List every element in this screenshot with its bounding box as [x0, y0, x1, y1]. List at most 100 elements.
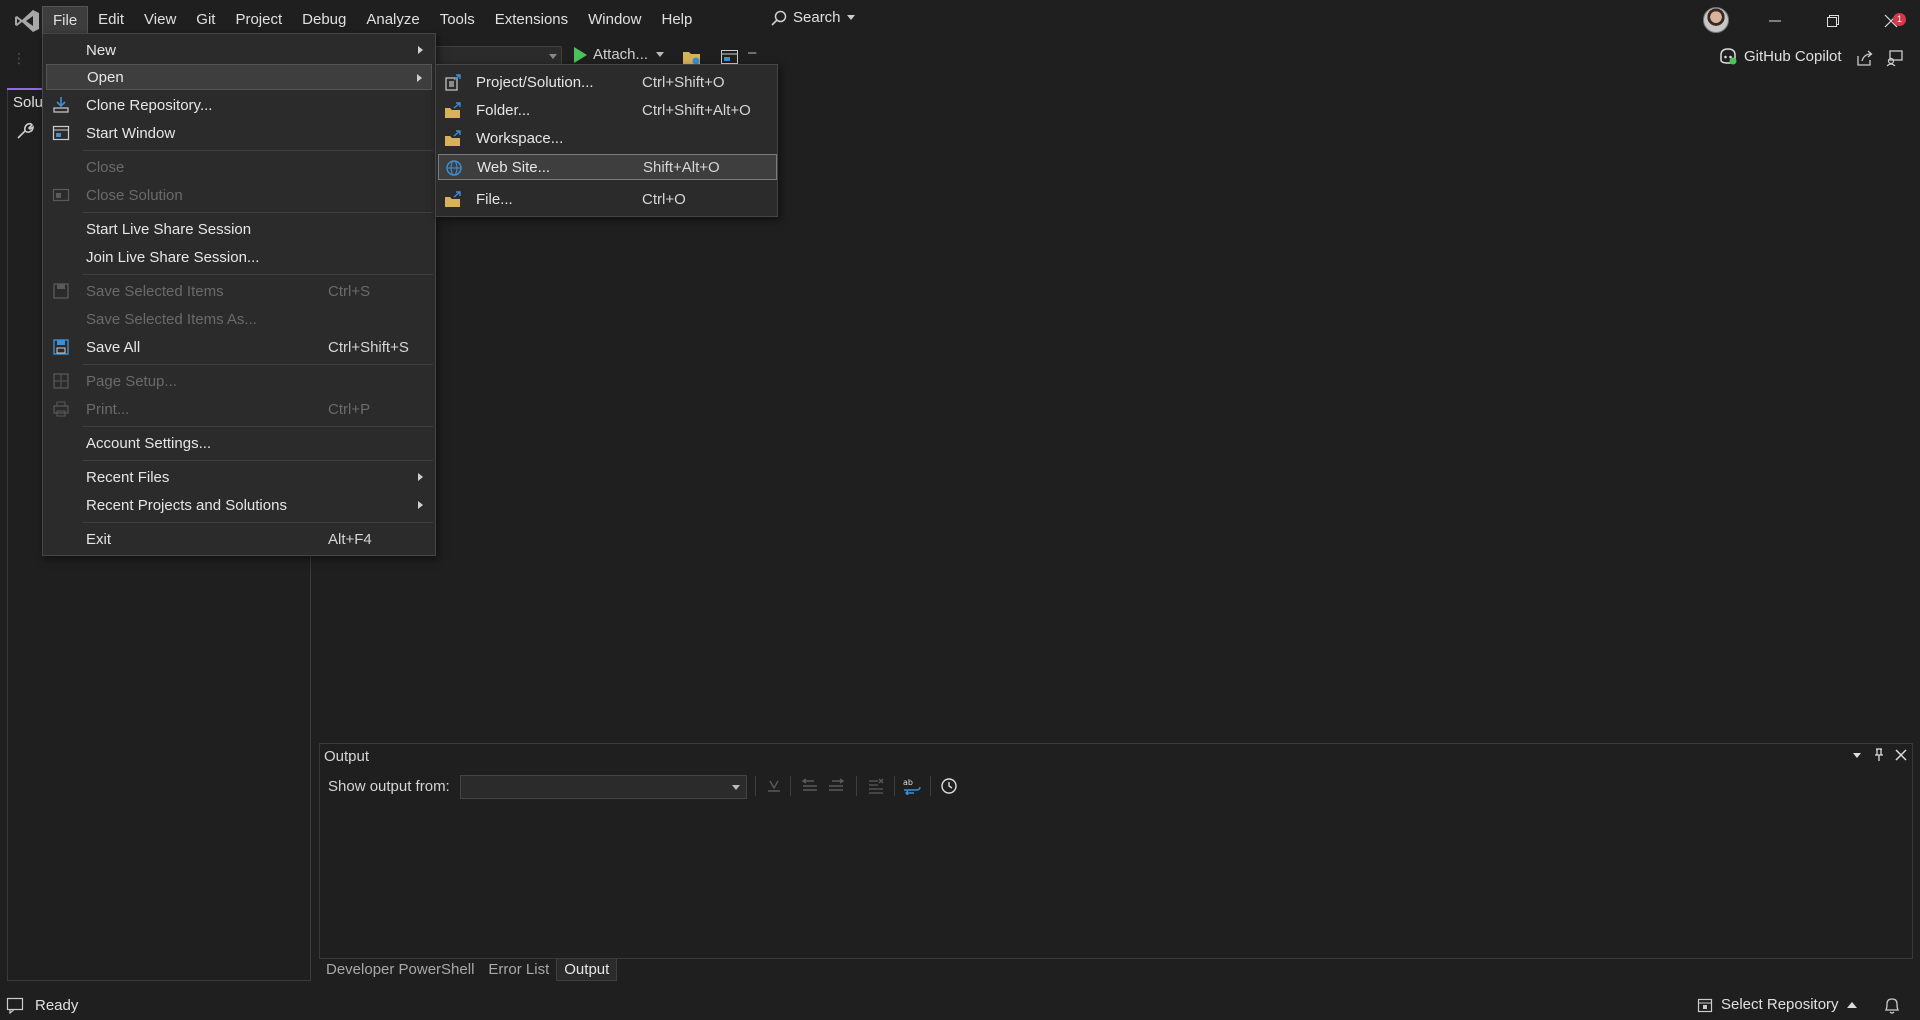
- menu-help[interactable]: Help: [651, 6, 702, 34]
- clock-icon[interactable]: [939, 777, 959, 795]
- pin-icon[interactable]: [1872, 748, 1886, 762]
- chevron-up-icon: [1846, 1001, 1857, 1008]
- select-repository-button[interactable]: Select Repository: [1697, 996, 1857, 1013]
- submenu-item-file[interactable]: File... Ctrl+O: [438, 187, 777, 213]
- wrench-icon[interactable]: [16, 122, 34, 140]
- menu-separator: [83, 274, 433, 275]
- print-icon: [53, 401, 69, 417]
- toolbar-overflow[interactable]: –: [748, 44, 756, 61]
- feedback-icon[interactable]: [1886, 49, 1904, 67]
- panel-options-dropdown-icon[interactable]: [1850, 748, 1864, 762]
- menu-tools[interactable]: Tools: [430, 6, 485, 34]
- status-bar: Ready Select Repository: [0, 992, 1920, 1020]
- menu-edit[interactable]: Edit: [88, 6, 134, 34]
- repository-icon: [1697, 998, 1713, 1012]
- submenu-item-workspace[interactable]: Workspace...: [438, 126, 777, 152]
- notification-status-icon: [6, 997, 24, 1014]
- visual-studio-logo-icon: [15, 10, 39, 32]
- restore-icon: [1827, 15, 1839, 27]
- menu-item-account-settings[interactable]: Account Settings...: [46, 430, 432, 456]
- toolbar-grip-icon: ⋮: [12, 50, 26, 66]
- avatar[interactable]: [1703, 7, 1729, 33]
- menu-item-exit[interactable]: Exit Alt+F4: [46, 526, 432, 552]
- attach-label: Attach...: [593, 46, 649, 63]
- minimize-button[interactable]: [1752, 4, 1798, 38]
- page-setup-icon: [53, 373, 69, 389]
- tab-developer-powershell[interactable]: Developer PowerShell: [319, 959, 481, 981]
- menu-git[interactable]: Git: [186, 6, 225, 34]
- menu-item-save-all[interactable]: Save All Ctrl+Shift+S: [46, 334, 432, 360]
- chevron-down-icon: [549, 54, 557, 59]
- toolbar-separator: [894, 776, 895, 796]
- open-submenu: Project/Solution... Ctrl+Shift+O Folder.…: [435, 64, 778, 217]
- menu-separator: [83, 150, 433, 151]
- open-workspace-icon: [445, 130, 461, 146]
- menu-item-start-window[interactable]: Start Window: [46, 120, 432, 146]
- close-window-button[interactable]: [1868, 4, 1914, 38]
- submenu-item-project-solution[interactable]: Project/Solution... Ctrl+Shift+O: [438, 70, 777, 96]
- menu-item-open[interactable]: Open: [46, 64, 432, 90]
- github-copilot-button[interactable]: GitHub Copilot: [1718, 47, 1842, 65]
- submenu-arrow-icon: [418, 46, 423, 54]
- previous-message-icon: [801, 778, 817, 791]
- menu-item-clone-repository[interactable]: Clone Repository...: [46, 92, 432, 118]
- submenu-arrow-icon: [418, 473, 423, 481]
- svg-text:ab: ab: [903, 778, 913, 787]
- tab-solution-explorer[interactable]: Solu: [7, 88, 47, 118]
- copilot-label: GitHub Copilot: [1744, 47, 1842, 65]
- tab-output[interactable]: Output: [556, 959, 618, 981]
- menu-extensions[interactable]: Extensions: [485, 6, 578, 34]
- clear-all-icon: [869, 778, 884, 794]
- menu-separator: [83, 212, 433, 213]
- menu-item-close: Close: [86, 158, 125, 176]
- bell-icon[interactable]: [1882, 996, 1902, 1016]
- project-solution-icon: [445, 74, 461, 91]
- menu-separator: [83, 460, 433, 461]
- toggle-word-wrap-icon[interactable]: ab: [902, 777, 922, 795]
- menu-separator: [83, 426, 433, 427]
- play-icon: [574, 46, 587, 63]
- menu-project[interactable]: Project: [225, 6, 292, 34]
- menu-item-new[interactable]: New: [46, 37, 432, 63]
- submenu-arrow-icon: [418, 501, 423, 509]
- chevron-down-icon: [732, 785, 740, 790]
- next-message-icon: [829, 778, 845, 791]
- search-button[interactable]: Search: [771, 9, 855, 26]
- submenu-item-web-site[interactable]: Web Site... Shift+Alt+O: [438, 154, 777, 180]
- toolbar-separator: [856, 776, 857, 796]
- output-panel-controls: [1850, 748, 1908, 762]
- minimize-icon: [1769, 20, 1781, 22]
- close-panel-icon[interactable]: [1894, 748, 1908, 762]
- menu-view[interactable]: View: [134, 6, 186, 34]
- close-solution-icon: [52, 188, 70, 202]
- attach-button[interactable]: Attach...: [574, 46, 665, 63]
- menu-item-recent-files[interactable]: Recent Files: [46, 464, 432, 490]
- chevron-down-icon: [846, 15, 855, 20]
- menu-analyze[interactable]: Analyze: [356, 6, 429, 34]
- select-repository-label: Select Repository: [1721, 996, 1839, 1013]
- output-source-select[interactable]: [460, 775, 747, 799]
- globe-icon: [446, 160, 462, 176]
- chevron-down-icon: [656, 52, 665, 57]
- save-all-icon: [53, 339, 69, 355]
- submenu-item-folder[interactable]: Folder... Ctrl+Shift+Alt+O: [438, 98, 777, 124]
- menu-item-recent-projects[interactable]: Recent Projects and Solutions: [46, 492, 432, 518]
- menu-item-print: Print... Ctrl+P: [46, 396, 432, 422]
- copilot-icon: [1720, 48, 1737, 65]
- menu-debug[interactable]: Debug: [292, 6, 356, 34]
- submenu-arrow-icon: [417, 74, 422, 82]
- menu-file[interactable]: File: [42, 6, 89, 34]
- output-panel-title: Output: [324, 748, 370, 765]
- menu-item-start-live-share[interactable]: Start Live Share Session: [46, 216, 432, 242]
- open-file-icon: [445, 191, 461, 207]
- menu-window[interactable]: Window: [578, 6, 651, 34]
- menu-item-join-live-share[interactable]: Join Live Share Session...: [46, 244, 432, 270]
- live-share-icon[interactable]: [1856, 49, 1874, 67]
- tab-error-list[interactable]: Error List: [481, 959, 556, 981]
- search-icon: [771, 10, 787, 26]
- toolbar-separator: [755, 776, 756, 796]
- restore-button[interactable]: [1810, 4, 1856, 38]
- open-folder-icon: [445, 102, 461, 118]
- menu-item-save-selected-as: Save Selected Items As...: [86, 310, 257, 328]
- clone-repository-icon: [53, 97, 69, 113]
